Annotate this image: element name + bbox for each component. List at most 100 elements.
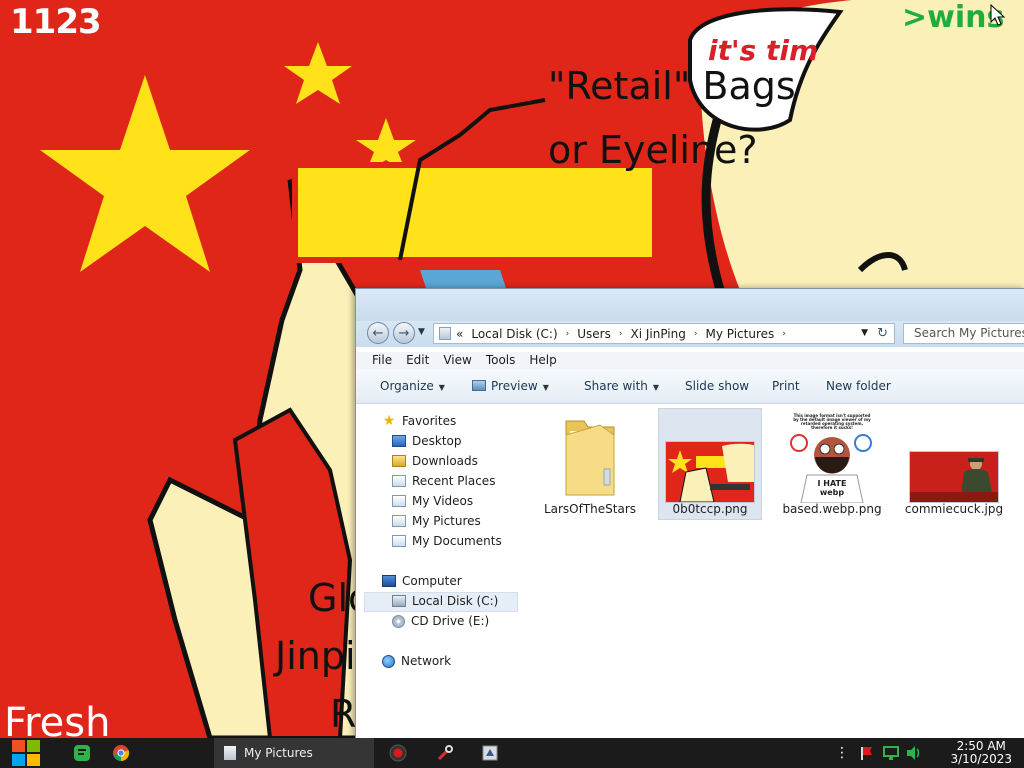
notes-app-button[interactable] [70,738,94,768]
nav-item-my-pictures[interactable]: My Pictures [392,511,481,531]
breadcrumb-separator[interactable]: › [566,329,570,339]
nav-item-network[interactable]: Network [382,651,451,671]
chrome-button[interactable] [108,738,134,768]
app-button[interactable] [478,738,502,768]
mouse-cursor-icon [990,4,1006,26]
nav-label-my-videos: My Videos [412,494,474,508]
wallpaper-left-text-3: R [330,692,357,736]
taskbar: My Pictures ⋮ 2:50 AM 3/10/2023 [0,738,1024,768]
breadcrumb-users[interactable]: Users [577,327,611,341]
nav-item-favorites[interactable]: ★ Favorites [382,411,457,431]
start-button[interactable] [9,738,43,768]
slide-show-button[interactable]: Slide show [685,379,749,393]
organize-button[interactable]: Organize ▼ [380,379,445,393]
arrow-right-icon: → [398,325,410,341]
image-thumbnail [665,441,755,503]
breadcrumb-xi-jinping[interactable]: Xi JinPing [630,327,685,341]
window-title-bar[interactable] [356,289,1024,321]
flag-icon [861,747,872,760]
breadcrumb-separator[interactable]: › [619,329,623,339]
file-item-image[interactable]: commiecuck.jpg [902,409,1006,521]
address-history-dropdown-icon[interactable]: ▼ [861,328,868,338]
arrow-left-icon: ← [372,325,384,341]
wallpaper-caption-line2: or Eyeline? [548,128,758,172]
tool-app-button[interactable] [433,738,457,768]
start-icon [12,740,40,766]
nav-item-local-disk[interactable]: Local Disk (C:) [392,591,498,611]
nav-label-recent-places: Recent Places [412,474,496,488]
nav-item-desktop[interactable]: Desktop [392,431,462,451]
refresh-icon[interactable]: ↻ [877,326,888,341]
explorer-window[interactable]: ← → ▼ « Local Disk (C:) › Users › Xi Jin… [355,288,1024,739]
file-item-image[interactable]: 0b0tccp.png [658,408,762,520]
nav-item-downloads[interactable]: Downloads [392,451,478,471]
image-thumbnail [909,451,999,503]
file-name: LarsOfTheStars [543,502,637,516]
network-tray-button[interactable] [880,738,902,768]
thumbnail-caption-top: This image format isn't supported by the… [793,413,871,430]
dropdown-arrow-icon: ▼ [652,383,660,392]
address-bar[interactable]: « Local Disk (C:) › Users › Xi JinPing ›… [433,323,895,344]
file-name: 0b0tccp.png [672,502,748,516]
nav-label-network: Network [401,654,452,668]
address-overflow[interactable]: « [456,327,463,341]
computer-icon [382,575,396,587]
nav-label-my-pictures: My Pictures [412,514,481,528]
forward-button[interactable]: → [393,322,415,344]
image-thumbnail: This image format isn't supported by the… [787,413,877,503]
menu-file[interactable]: File [372,352,392,369]
nav-item-my-documents[interactable]: My Documents [392,531,502,551]
recent-pages-dropdown[interactable]: ▼ [418,327,425,337]
preview-button[interactable]: Preview ▼ [472,379,549,393]
menu-view[interactable]: View [443,352,471,369]
nav-item-recent-places[interactable]: Recent Places [392,471,495,491]
file-item-folder[interactable]: LarsOfTheStars [538,409,642,521]
downloads-icon [392,455,406,467]
wallpaper-corner-text: Fresh [4,700,111,738]
record-icon [389,744,407,762]
breadcrumb-local-disk[interactable]: Local Disk (C:) [471,327,557,341]
menu-bar: File Edit View Tools Help [356,352,1024,369]
action-center-button[interactable] [856,738,876,768]
nav-label-desktop: Desktop [412,434,462,448]
file-item-image[interactable]: This image format isn't supported by the… [780,409,884,521]
taskbar-window-title: My Pictures [244,746,313,760]
tray-clock[interactable]: 2:50 AM 3/10/2023 [950,740,1012,766]
recent-places-icon [392,475,406,487]
volume-icon [907,746,920,760]
file-name: commiecuck.jpg [904,502,1004,516]
record-app-button[interactable] [386,738,410,768]
wallpaper-counter-text: 1123 [10,2,102,42]
explorer-window-icon [224,746,236,760]
taskbar-window-my-pictures[interactable]: My Pictures [214,738,374,768]
nav-item-my-videos[interactable]: My Videos [392,491,473,511]
menu-tools[interactable]: Tools [486,352,516,369]
wallpaper-left-text-2: Jinpi [275,634,356,678]
nav-label-my-documents: My Documents [412,534,502,548]
menu-edit[interactable]: Edit [406,352,429,369]
navigation-bar: ← → ▼ « Local Disk (C:) › Users › Xi Jin… [356,321,1024,347]
thumbnail-drawing [910,458,998,502]
file-name: based.webp.png [782,502,882,516]
volume-tray-button[interactable] [904,738,924,768]
preview-label: Preview [491,379,538,393]
documents-icon [392,535,406,547]
dropdown-arrow-icon: ▼ [542,383,549,392]
chrome-icon [113,745,130,762]
breadcrumb-separator[interactable]: › [782,329,786,339]
breadcrumb-my-pictures[interactable]: My Pictures [705,327,774,341]
network-icon [382,654,395,668]
share-with-button[interactable]: Share with ▼ [584,379,659,393]
more-icon[interactable]: ⋮ [834,738,850,768]
wallpaper-green-text: >wins [902,0,1005,35]
nav-item-cd-drive[interactable]: CD Drive (E:) [392,611,489,631]
menu-help[interactable]: Help [529,352,556,369]
new-folder-button[interactable]: New folder [826,379,891,393]
breadcrumb-separator[interactable]: › [694,329,698,339]
folder-path-icon [439,327,451,340]
star-icon: ★ [382,413,396,429]
nav-item-computer[interactable]: Computer [382,571,462,591]
back-button[interactable]: ← [367,322,389,344]
print-button[interactable]: Print [772,379,800,393]
search-input[interactable]: Search My Pictures [903,323,1024,344]
